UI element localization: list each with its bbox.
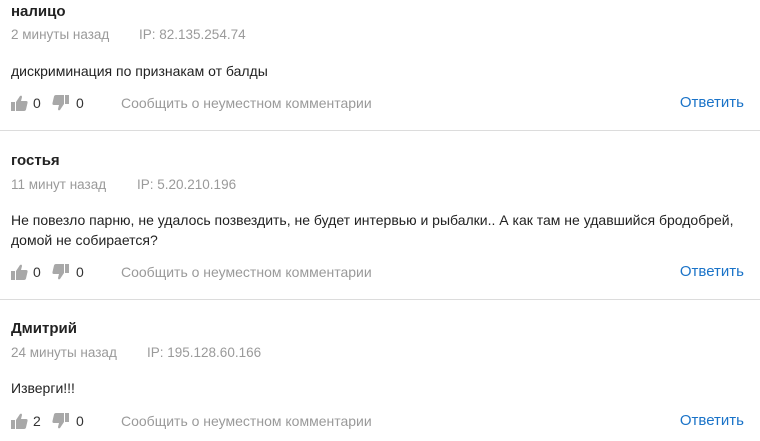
comment-text: дискриминация по признакам от балды [11,63,268,79]
comment-author: гостья [11,152,60,169]
comment-text: Изверги!!! [11,380,75,396]
thumbs-up-icon[interactable] [11,95,28,111]
comment-text: Не повезло парню, не удалось позвездить,… [11,212,734,248]
reply-link[interactable]: Ответить [680,261,744,283]
thumbs-down-icon[interactable] [52,264,69,280]
comment-item: Дмитрий 24 минуты назад IP: 195.128.60.16… [0,300,760,441]
reply-link[interactable]: Ответить [680,410,744,432]
comment-actions: 0 0 Сообщить о неуместном комментарии От… [11,261,744,283]
comment-ip: IP: 5.20.210.196 [137,177,237,192]
comment-meta: 2 минуты назад IP: 82.135.254.74 [11,26,246,44]
comment-author: налицо [11,3,66,20]
comment-ip: IP: 195.128.60.166 [147,345,262,360]
like-count: 2 [33,413,41,429]
comment-author: Дмитрий [11,320,77,337]
comment-time: 2 минуты назад [11,27,110,42]
thumbs-up-icon[interactable] [11,264,28,280]
comment-actions: 0 0 Сообщить о неуместном комментарии От… [11,92,744,114]
comment-item: налицо 2 минуты назад IP: 82.135.254.74 д… [0,0,760,131]
comment-time: 24 минуты назад [11,345,117,360]
comment-time: 11 минут назад [11,177,107,192]
thumbs-down-icon[interactable] [52,95,69,111]
report-comment-link[interactable]: Сообщить о неуместном комментарии [121,410,372,432]
like-count: 0 [33,95,41,111]
comment-item: гостья 11 минут назад IP: 5.20.210.196 Не… [0,131,760,300]
comment-meta: 24 минуты назад IP: 195.128.60.166 [11,344,261,362]
comment-actions: 2 0 Сообщить о неуместном комментарии От… [11,410,744,432]
report-comment-link[interactable]: Сообщить о неуместном комментарии [121,92,372,114]
report-comment-link[interactable]: Сообщить о неуместном комментарии [121,261,372,283]
dislike-count: 0 [76,413,84,429]
comment-ip: IP: 82.135.254.74 [139,27,246,42]
comments-list: налицо 2 минуты назад IP: 82.135.254.74 д… [0,0,760,441]
like-count: 0 [33,264,41,280]
comment-meta: 11 минут назад IP: 5.20.210.196 [11,176,236,194]
thumbs-up-icon[interactable] [11,413,28,429]
dislike-count: 0 [76,95,84,111]
dislike-count: 0 [76,264,84,280]
thumbs-down-icon[interactable] [52,413,69,429]
reply-link[interactable]: Ответить [680,92,744,114]
